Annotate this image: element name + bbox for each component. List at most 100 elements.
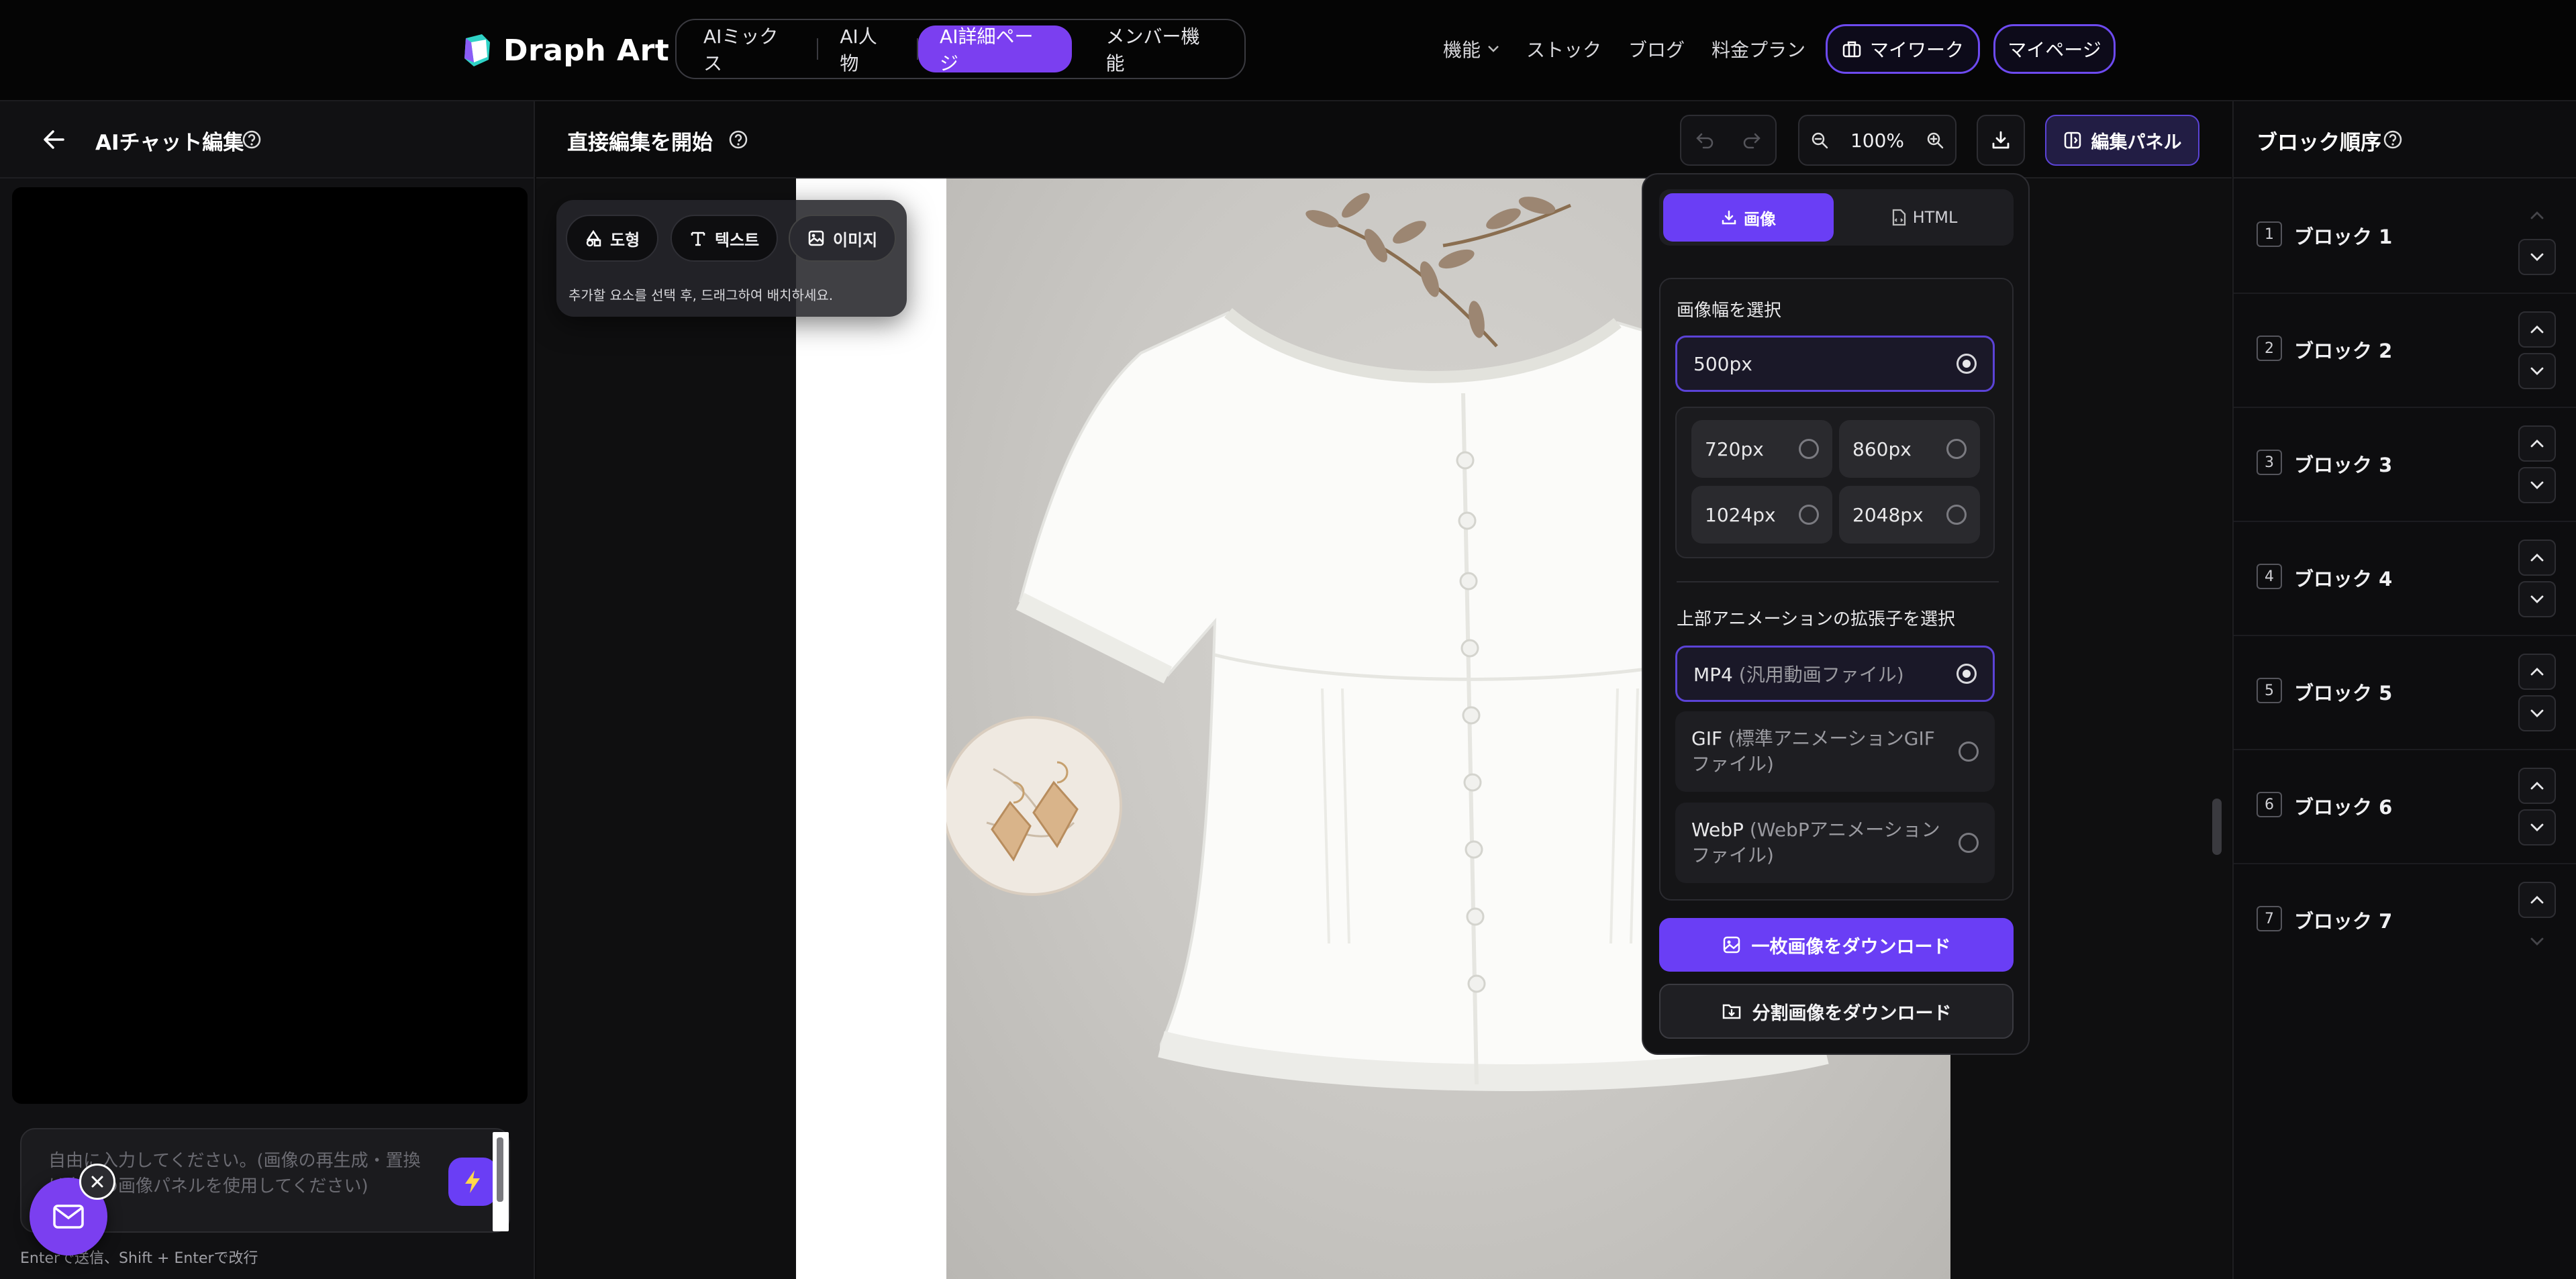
move-up-button[interactable]	[2518, 768, 2556, 804]
options-box: 画像幅を選択 500px 720px 860px 1024px 2048px 上…	[1659, 278, 2014, 901]
tab-ai-mix[interactable]: AIミックス	[682, 25, 817, 74]
chevron-down-icon	[2530, 481, 2544, 489]
image-download-icon	[1723, 936, 1740, 954]
block-order-panel: ブロック順序 1 ブロック 1 2 ブロック 2 3 ブロック 3 4 ブロック 4 5 ブロック…	[2232, 101, 2576, 1279]
send-button[interactable]	[448, 1158, 497, 1206]
shape-tool-button[interactable]: 도형	[566, 215, 659, 262]
block-row[interactable]: 3 ブロック 3	[2234, 408, 2576, 522]
main-tab-nav: AIミックス AI人物 AI詳細ページ メンバー機能	[675, 19, 1246, 79]
block-row[interactable]: 2 ブロック 2	[2234, 294, 2576, 408]
move-down-button[interactable]	[2518, 467, 2556, 503]
tab-ai-person[interactable]: AI人物	[818, 25, 917, 74]
width-option-860[interactable]: 860px	[1839, 420, 1980, 478]
input-scrollbar[interactable]	[493, 1132, 509, 1231]
brand-logo[interactable]: Draph Art	[462, 28, 669, 72]
move-down-button[interactable]	[2518, 695, 2556, 731]
move-down-button[interactable]	[2518, 239, 2556, 275]
download-split-button[interactable]: 分割画像をダウンロード	[1659, 984, 2014, 1039]
close-contact-button[interactable]	[79, 1164, 115, 1200]
undo-icon[interactable]	[1695, 132, 1714, 149]
redo-icon[interactable]	[1742, 132, 1761, 149]
chevron-up-icon	[2530, 896, 2544, 904]
zoom-controls: 100%	[1798, 115, 1956, 166]
zoom-out-icon[interactable]	[1810, 131, 1829, 150]
width-option-2048[interactable]: 2048px	[1839, 486, 1980, 544]
stock-link[interactable]: ストック	[1526, 36, 1601, 62]
block-label: ブロック 4	[2294, 568, 2393, 591]
move-down-button[interactable]	[2518, 353, 2556, 389]
image-tool-button[interactable]: 이미지	[789, 215, 897, 262]
download-split-label: 分割画像をダウンロード	[1752, 1003, 1952, 1024]
toolbar-hint: 추가할 요소를 선택 후, 드래그하여 배치하세요.	[568, 287, 834, 303]
move-down-button[interactable]	[2518, 581, 2556, 617]
top-navigation: Draph Art AIミックス AI人物 AI詳細ページ メンバー機能 機能 …	[0, 0, 2576, 101]
radio-icon	[1799, 439, 1819, 459]
chevron-down-icon	[2530, 253, 2544, 261]
features-link: 機能	[1443, 39, 1481, 61]
mypage-label: マイページ	[2008, 39, 2101, 61]
width-option-500[interactable]: 500px	[1675, 336, 1995, 392]
block-number: 1	[2257, 221, 2282, 247]
block-row[interactable]: 7 ブロック 7	[2234, 864, 2576, 978]
chevron-up-icon	[2530, 211, 2544, 219]
width-option-label: 720px	[1705, 438, 1764, 460]
block-number: 4	[2257, 564, 2282, 589]
editor-title: 直接編集を開始	[567, 131, 713, 155]
move-up-button[interactable]	[2518, 540, 2556, 576]
format-option-webp[interactable]: WebP (WebPアニメーションファイル)	[1675, 803, 1995, 883]
blog-link[interactable]: ブログ	[1628, 36, 1685, 62]
download-single-label: 一枚画像をダウンロード	[1751, 936, 1951, 958]
move-up-button[interactable]	[2518, 882, 2556, 918]
mywork-button[interactable]: マイワーク	[1826, 24, 1980, 74]
help-icon[interactable]	[2383, 130, 2403, 150]
features-dropdown[interactable]: 機能	[1443, 36, 1499, 62]
chevron-up-icon	[2530, 782, 2544, 790]
download-panel: 画像 HTML 画像幅を選択 500px 720px 860px 1024px	[1642, 173, 2030, 1055]
move-up-button[interactable]	[2518, 197, 2556, 234]
width-option-label: 2048px	[1852, 503, 1924, 526]
download-button[interactable]	[1977, 115, 2025, 166]
edit-panel-button[interactable]: 編集パネル	[2045, 115, 2199, 166]
tab-member-features[interactable]: メンバー機能	[1084, 25, 1239, 74]
panel-icon	[2064, 132, 2081, 149]
move-up-button[interactable]	[2518, 654, 2556, 690]
back-arrow-icon[interactable]	[42, 128, 66, 151]
canvas-scrollbar[interactable]	[2212, 799, 2222, 855]
text-tool-button[interactable]: 텍스트	[671, 215, 779, 262]
tab-image[interactable]: 画像	[1663, 193, 1834, 242]
tab-html-label: HTML	[1912, 208, 1958, 227]
brand-name: Draph Art	[503, 33, 670, 68]
move-down-button[interactable]	[2518, 809, 2556, 846]
format-name: WebP	[1691, 819, 1744, 841]
format-option-gif[interactable]: GIF (標準アニメーションGIFファイル)	[1675, 711, 1995, 792]
tab-ai-detail-page[interactable]: AI詳細ページ	[918, 25, 1073, 74]
block-number: 7	[2257, 906, 2282, 931]
mypage-button[interactable]: マイページ	[1993, 24, 2116, 74]
move-up-button[interactable]	[2518, 425, 2556, 462]
download-single-button[interactable]: 一枚画像をダウンロード	[1659, 918, 2014, 972]
move-up-button[interactable]	[2518, 311, 2556, 348]
mywork-label: マイワーク	[1869, 39, 1964, 61]
block-label: ブロック 6	[2294, 796, 2393, 819]
pricing-link[interactable]: 料金プラン	[1712, 36, 1805, 62]
block-order-header: ブロック順序	[2234, 101, 2576, 178]
zoom-in-icon[interactable]	[1926, 131, 1944, 150]
block-row[interactable]: 6 ブロック 6	[2234, 750, 2576, 864]
width-option-720[interactable]: 720px	[1691, 420, 1832, 478]
help-icon[interactable]	[242, 130, 262, 150]
element-toolbar: 도형 텍스트 이미지 추가할 요소를 선택 후, 드래그하여 배치하세요.	[556, 200, 907, 317]
block-row[interactable]: 4 ブロック 4	[2234, 522, 2576, 636]
block-label: ブロック 3	[2294, 454, 2393, 476]
radio-selected-icon	[1956, 354, 1977, 374]
block-label: ブロック 7	[2294, 910, 2393, 933]
divider	[1677, 581, 1999, 582]
move-down-button[interactable]	[2518, 923, 2556, 960]
width-option-1024[interactable]: 1024px	[1691, 486, 1832, 544]
block-row[interactable]: 1 ブロック 1	[2234, 180, 2576, 294]
text-tool-label: 텍스트	[715, 230, 760, 250]
block-row[interactable]: 5 ブロック 5	[2234, 636, 2576, 750]
format-option-mp4[interactable]: MP4 (汎用動画ファイル)	[1675, 646, 1995, 702]
help-icon[interactable]	[728, 130, 748, 150]
tab-html[interactable]: HTML	[1839, 193, 2010, 242]
block-number: 5	[2257, 678, 2282, 703]
